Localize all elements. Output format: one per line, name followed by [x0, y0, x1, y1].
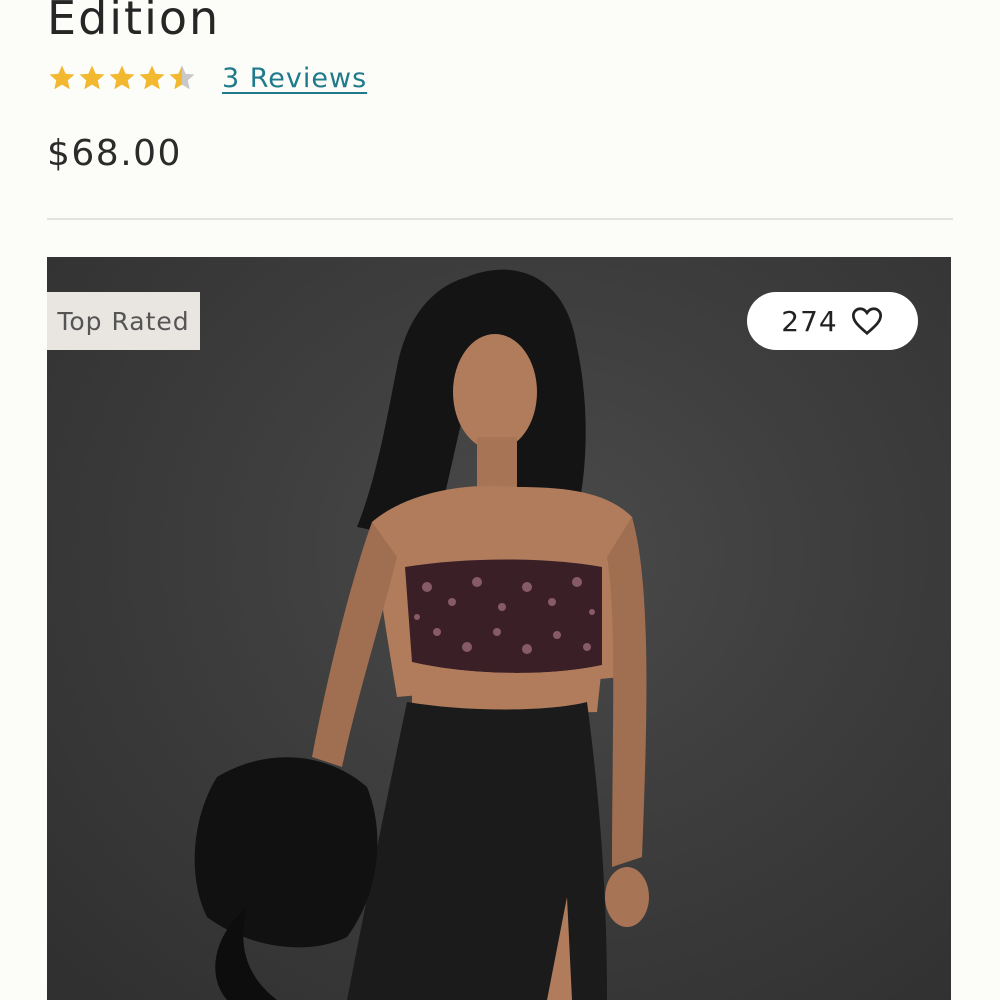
star-icon — [109, 65, 135, 90]
half-star-icon — [169, 65, 195, 90]
rating-row: 3 Reviews — [47, 58, 367, 98]
star-icon — [139, 65, 165, 90]
product-title: Edition — [47, 0, 221, 45]
heart-outline-icon — [851, 307, 882, 336]
product-image[interactable]: Top Rated 274 — [47, 257, 951, 1000]
star-rating — [47, 63, 197, 93]
divider — [47, 218, 953, 220]
product-price: $68.00 — [47, 133, 182, 174]
like-button[interactable]: 274 — [747, 292, 918, 350]
like-count: 274 — [781, 304, 838, 338]
reviews-link[interactable]: 3 Reviews — [222, 63, 367, 94]
star-icon — [79, 65, 105, 90]
top-rated-badge: Top Rated — [47, 292, 200, 350]
model-photo — [194, 269, 649, 1000]
star-icon — [49, 65, 75, 90]
